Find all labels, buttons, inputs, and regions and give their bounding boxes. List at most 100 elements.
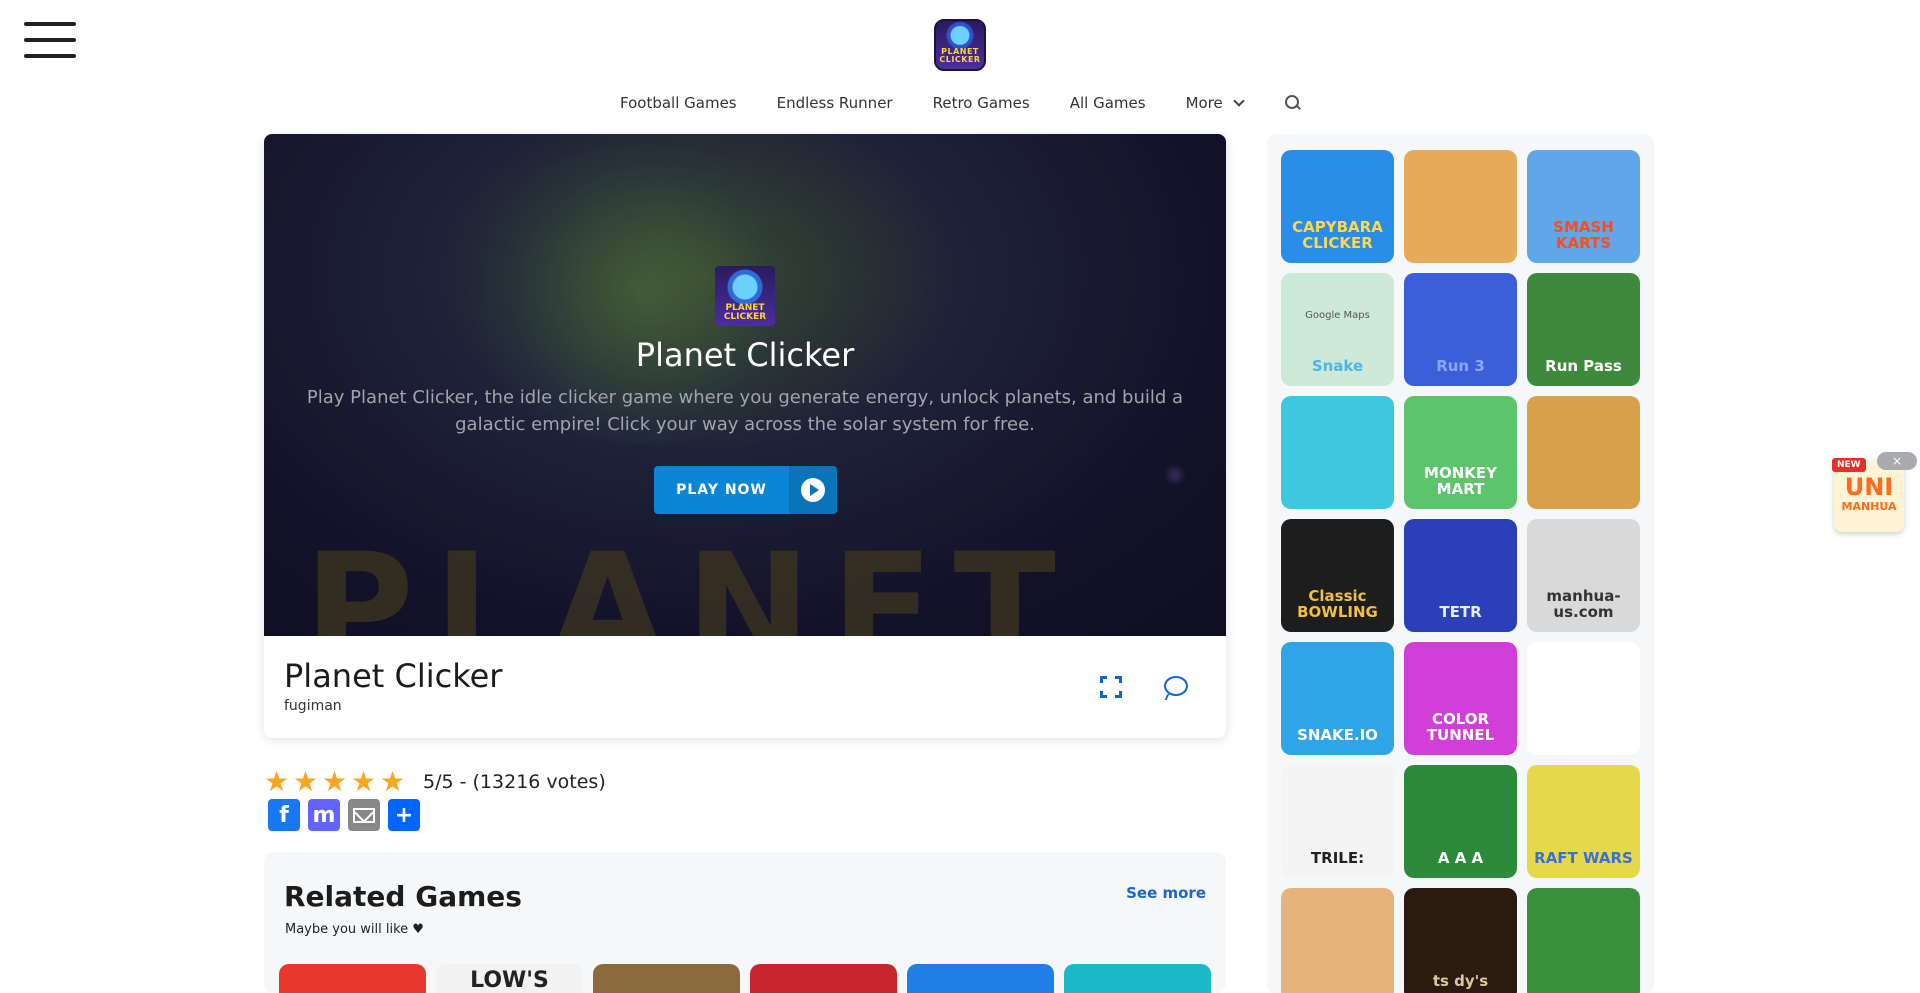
game-thumb-label: Classic BOWLING <box>1297 587 1378 621</box>
star-icon[interactable]: ★ <box>322 768 350 796</box>
related-thumbs: LOW'S <box>279 964 1221 993</box>
game-thumb-label: Run 3 <box>1436 357 1485 375</box>
game-player: PLANET PLANET CLICKER Planet Clicker Pla… <box>264 134 1226 738</box>
rating-text: 5/5 - (13216 votes) <box>423 771 606 793</box>
search-icon[interactable] <box>1284 95 1301 111</box>
game-info-bar: Planet Clicker fugiman <box>264 636 1226 738</box>
mastodon-icon: m <box>312 802 336 828</box>
related-game-thumb[interactable] <box>593 964 740 993</box>
star-icon[interactable]: ★ <box>380 768 408 796</box>
sidebar-games: CAPYBARA CLICKER SMASH KARTS Google Maps Sn… <box>1267 134 1654 993</box>
game-thumb-blank-game[interactable] <box>1527 642 1640 755</box>
game-thumb-label: Snake <box>1311 357 1364 375</box>
facebook-icon: f <box>279 802 289 828</box>
close-icon[interactable]: × <box>1877 452 1917 470</box>
site-logo[interactable]: PLANET CLICKER <box>934 19 986 71</box>
game-hero: PLANET PLANET CLICKER Planet Clicker Pla… <box>264 134 1226 636</box>
star-icon[interactable]: ★ <box>264 768 292 796</box>
related-games-subtitle: Maybe you will like ♥ <box>285 922 424 937</box>
related-games: Related Games Maybe you will like ♥ See … <box>264 852 1226 993</box>
hero-background-text: PLANET <box>304 522 1076 636</box>
comment-icon[interactable] <box>1164 676 1188 696</box>
game-title: Planet Clicker <box>284 657 503 695</box>
game-thumb-color-tunnel-2[interactable]: COLOR TUNNEL <box>1404 642 1517 755</box>
game-thumb-label: A A A <box>1437 849 1484 867</box>
nav-more[interactable]: More <box>1185 94 1245 112</box>
plus-icon: + <box>394 802 414 828</box>
game-thumb-google-snake[interactable]: Google Maps Snake <box>1281 273 1394 386</box>
play-now-label: PLAY NOW <box>676 482 767 498</box>
nav-item-all-games[interactable]: All Games <box>1070 94 1146 112</box>
related-games-title: Related Games <box>284 880 522 913</box>
game-thumb-label: SNAKE.IO <box>1297 726 1378 744</box>
menu-icon[interactable] <box>24 22 76 58</box>
ad-new-badge: NEW <box>1832 458 1866 472</box>
game-thumb-retro-bowl[interactable]: Run Pass <box>1527 273 1640 386</box>
game-thumb-label: TETR <box>1439 603 1482 621</box>
related-game-thumb[interactable] <box>907 964 1054 993</box>
related-game-label: LOW'S <box>470 968 549 993</box>
nav-item-endless-runner[interactable]: Endless Runner <box>777 94 893 112</box>
game-thumb-classic-bowling[interactable]: Classic BOWLING <box>1281 519 1394 632</box>
game-thumb-manhua[interactable]: manhua-us.com <box>1527 519 1640 632</box>
game-thumb-label: ts dy's <box>1432 972 1489 990</box>
game-thumb-capybara-clicker[interactable]: CAPYBARA CLICKER <box>1281 150 1394 263</box>
related-game-thumb[interactable] <box>279 964 426 993</box>
play-icon <box>801 478 825 502</box>
nav-item-football-games[interactable]: Football Games <box>620 94 737 112</box>
star-rating[interactable]: ★ ★ ★ ★ ★ <box>264 768 409 796</box>
share-button[interactable]: + <box>388 799 420 831</box>
email-icon <box>353 807 375 823</box>
star-icon[interactable]: ★ <box>351 768 379 796</box>
game-thumb-road-racer[interactable] <box>1281 888 1394 993</box>
mastodon-share-button[interactable]: m <box>308 799 340 831</box>
game-thumb-color-tunnel[interactable] <box>1527 396 1640 509</box>
game-icon-text: PLANET CLICKER <box>723 303 767 322</box>
facebook-share-button[interactable]: f <box>268 799 300 831</box>
game-author: fugiman <box>284 698 342 714</box>
play-icon-wrap <box>789 466 837 514</box>
game-thumb-label: TRILE: <box>1310 849 1365 867</box>
game-thumb-text-game[interactable]: TRILE: <box>1281 765 1394 878</box>
nav-item-retro-games[interactable]: Retro Games <box>933 94 1030 112</box>
game-thumb-craft-wars[interactable]: RAFT WARS <box>1527 765 1640 878</box>
game-thumb-label: Run Pass <box>1545 357 1622 375</box>
game-thumb-label: RAFT WARS <box>1534 849 1633 867</box>
fullscreen-icon[interactable] <box>1100 676 1122 698</box>
game-thumb-pixel-football[interactable] <box>1527 888 1640 993</box>
game-thumb-solitaire[interactable]: A A A <box>1404 765 1517 878</box>
nav-more-label: More <box>1185 94 1223 112</box>
game-thumb-moto-x3m[interactable] <box>1404 150 1517 263</box>
rating: ★ ★ ★ ★ ★ 5/5 - (13216 votes) <box>264 768 606 796</box>
email-share-button[interactable] <box>348 799 380 831</box>
game-thumb-label: CAPYBARA CLICKER <box>1292 218 1383 252</box>
game-icon: PLANET CLICKER <box>715 266 775 326</box>
related-game-thumb[interactable] <box>750 964 897 993</box>
star-icon[interactable]: ★ <box>293 768 321 796</box>
game-thumb-bunny-game[interactable] <box>1281 396 1394 509</box>
related-game-thumb[interactable]: LOW'S <box>436 964 583 993</box>
game-thumb-label: manhua-us.com <box>1546 587 1621 621</box>
chevron-down-icon <box>1233 94 1245 107</box>
ad-banner[interactable]: NEW UNI MANHUA <box>1832 458 1904 532</box>
game-thumb-tetris[interactable]: TETR <box>1404 519 1517 632</box>
game-thumb-snake-io[interactable]: SNAKE.IO <box>1281 642 1394 755</box>
game-thumb-sub: Google Maps <box>1305 310 1370 321</box>
game-thumb-smash-karts[interactable]: SMASH KARTS <box>1527 150 1640 263</box>
see-more-link[interactable]: See more <box>1126 884 1206 902</box>
game-thumb-monkey-mart[interactable]: MONKEY MART <box>1404 396 1517 509</box>
ad-brand: UNI <box>1844 473 1894 501</box>
game-thumb-run-3[interactable]: Run 3 <box>1404 273 1517 386</box>
game-thumb-label: MONKEY MART <box>1424 464 1497 498</box>
play-now-button[interactable]: PLAY NOW <box>654 466 837 514</box>
hero-glint <box>1164 464 1186 486</box>
hero-description: Play Planet Clicker, the idle clicker ga… <box>306 387 1184 435</box>
sidebar-game-grid: CAPYBARA CLICKER SMASH KARTS Google Maps Sn… <box>1281 150 1640 993</box>
game-thumb-label: SMASH KARTS <box>1553 218 1614 252</box>
ad-brand-sub: MANHUA <box>1841 500 1897 513</box>
hero-title: Planet Clicker <box>635 336 855 374</box>
related-game-thumb[interactable] <box>1064 964 1211 993</box>
game-thumb-fnaf[interactable]: ts dy's <box>1404 888 1517 993</box>
game-thumb-label: COLOR TUNNEL <box>1426 710 1495 744</box>
share-buttons: f m + <box>268 799 428 831</box>
